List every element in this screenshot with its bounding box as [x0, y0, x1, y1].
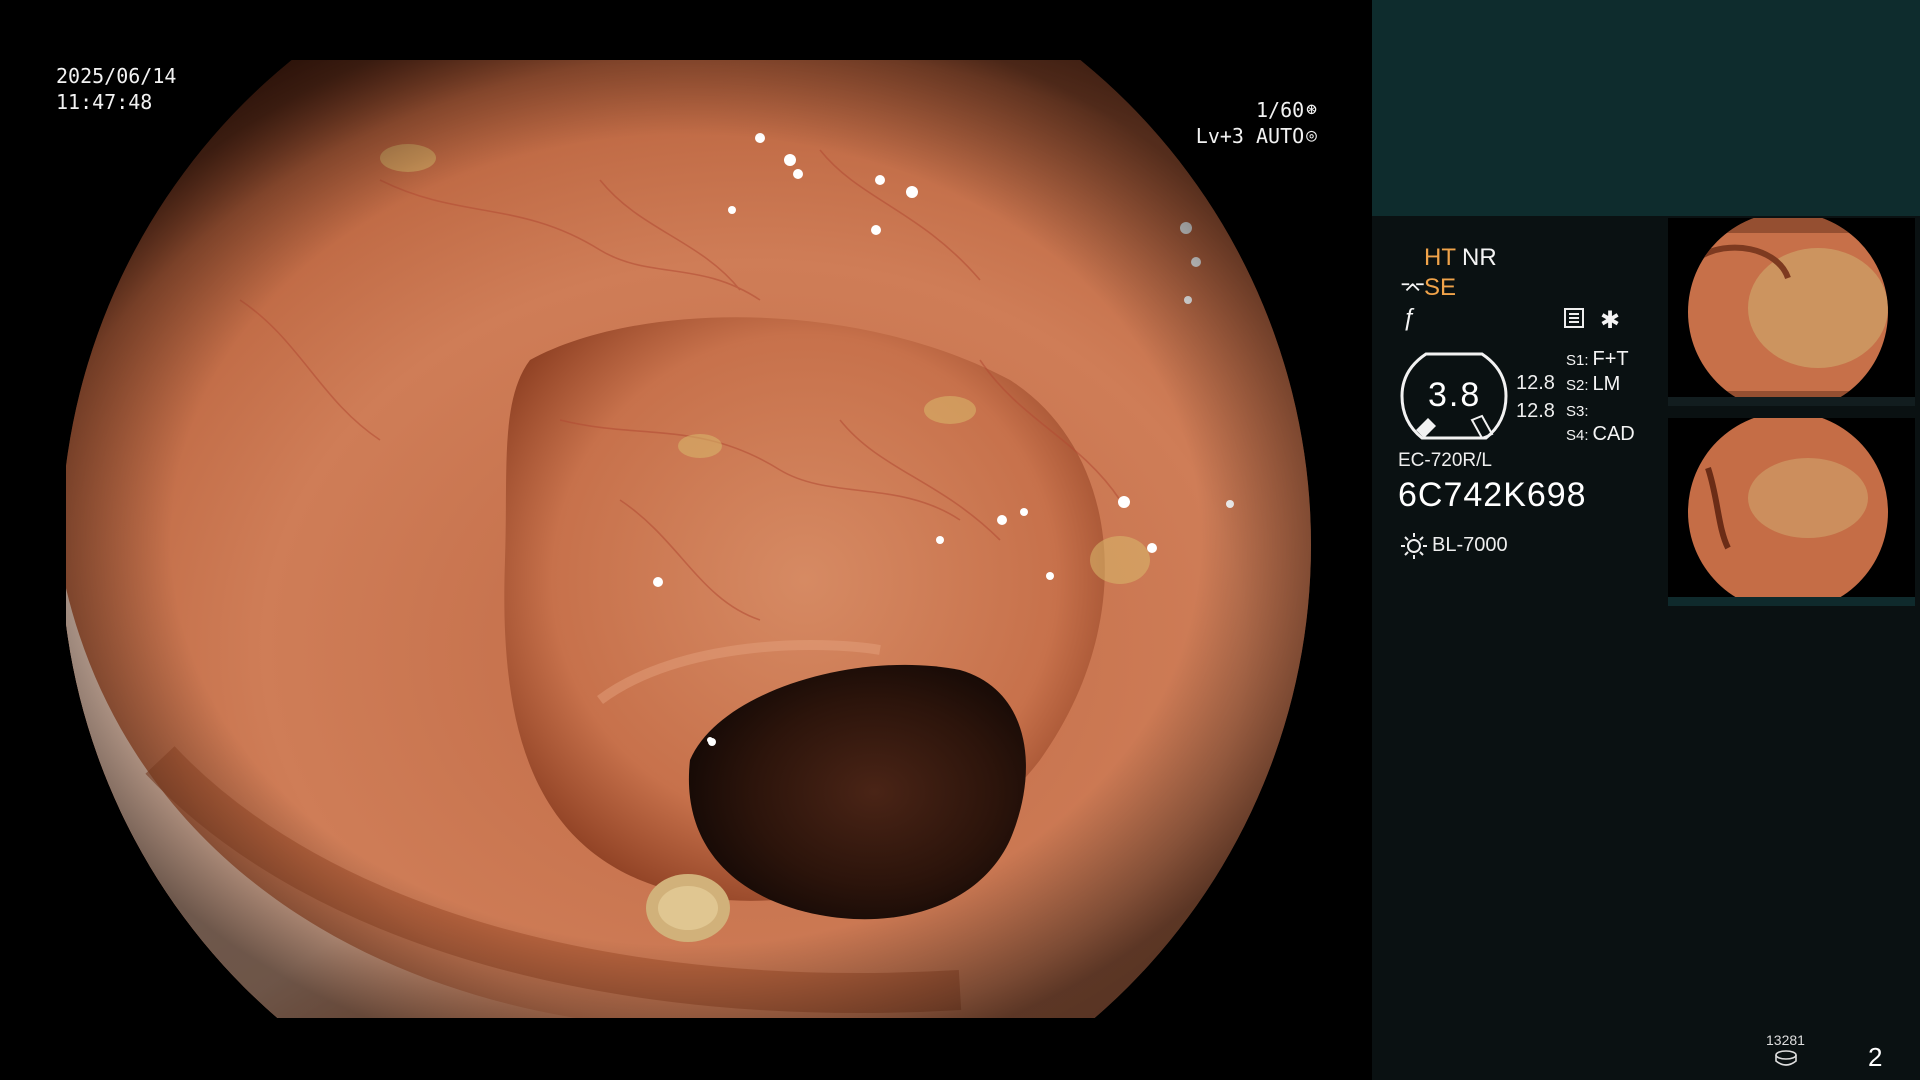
light-source-text: BL-7000 — [1432, 534, 1508, 556]
iris-row: Lv+3 AUTO ◎ — [1196, 123, 1317, 149]
enhancement-value: 3.8 — [1428, 376, 1482, 414]
iris-icon: ◎ — [1306, 125, 1317, 146]
gauge-reading-b: 12.8 — [1516, 400, 1555, 422]
switch-value: LM — [1592, 373, 1621, 395]
shutter-row: 1/60 ⊛ — [1196, 97, 1317, 123]
switch-key: S3: — [1566, 403, 1589, 420]
switch-value: CAD — [1592, 423, 1635, 445]
switch-s2: S2: LM — [1566, 373, 1620, 396]
captured-image-thumbnail[interactable] — [1668, 418, 1915, 606]
menu-list-icon — [1564, 308, 1584, 328]
structure-enhance-icon: ⌤ — [1400, 276, 1426, 301]
status-panel: HT NR ⌤ SE ƒ ✱ 3.8 12.8 12.8 S1: F+T S2: L… — [1372, 0, 1920, 1080]
media-disc-icon — [1775, 1050, 1797, 1066]
shutter-speed-text: 1/60 — [1255, 98, 1305, 122]
endoscopic-image — [66, 60, 1311, 1018]
switch-value: F+T — [1592, 348, 1629, 370]
exposure-overlay: 1/60 ⊛ Lv+3 AUTO ◎ — [1196, 97, 1317, 149]
switch-s3: S3: — [1566, 399, 1593, 422]
scope-model-text: EC-720R/L — [1398, 450, 1492, 471]
image-counter-text: 13281 — [1766, 1032, 1805, 1048]
iris-mode-text: Lv+3 AUTO — [1195, 124, 1305, 148]
thumbnail-footer — [1668, 397, 1915, 406]
switch-key: S1: — [1566, 352, 1589, 369]
thumbnail-image — [1688, 218, 1888, 406]
switch-s1: S1: F+T — [1566, 348, 1629, 371]
gauge-reading-a: 12.8 — [1516, 372, 1555, 394]
mode-nr-label: NR — [1462, 244, 1497, 271]
thumbnail-footer — [1668, 597, 1915, 606]
thumbnail-image — [1688, 418, 1888, 606]
freeze-icon: ƒ — [1402, 304, 1416, 331]
mode-ht-label: HT — [1424, 244, 1456, 271]
aperture-icon: ⊛ — [1306, 99, 1317, 120]
panel-header-area — [1372, 0, 1920, 216]
time-text: 11:47:48 — [56, 90, 153, 114]
switch-key: S2: — [1566, 377, 1589, 394]
switch-s4: S4: CAD — [1566, 423, 1635, 446]
page-number-text: 2 — [1868, 1042, 1883, 1072]
scope-serial-text: 6C742K698 — [1398, 476, 1587, 514]
switch-key: S4: — [1566, 427, 1589, 444]
date-text: 2025/06/14 — [56, 64, 177, 88]
light-source-icon — [1401, 533, 1427, 559]
star-icon: ✱ — [1600, 307, 1621, 334]
date-time-overlay: 2025/06/14 11:47:48 — [56, 63, 176, 115]
captured-image-thumbnail[interactable] — [1668, 218, 1915, 406]
endoscope-view-area: 2025/06/14 11:47:48 1/60 ⊛ Lv+3 AUTO ◎ — [0, 0, 1372, 1080]
mode-se-label: SE — [1424, 274, 1457, 301]
